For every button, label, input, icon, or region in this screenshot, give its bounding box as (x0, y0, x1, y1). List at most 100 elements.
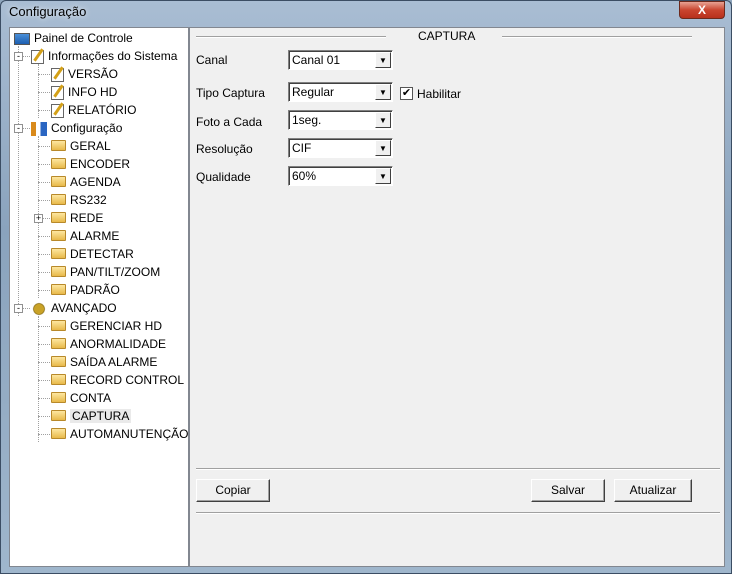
tree-connector (38, 254, 50, 255)
capture-settings-panel: CAPTURA Canal Canal 01 ▼ Tipo Captura Reg… (189, 27, 725, 567)
tree-connector (38, 182, 50, 183)
capture-type-select[interactable]: Regular ▼ (288, 82, 393, 102)
tree-item-label: PADRÃO (70, 283, 120, 297)
tree-item[interactable]: AVANÇADO (31, 299, 117, 317)
folder-icon (51, 140, 66, 152)
chevron-down-icon[interactable]: ▼ (375, 84, 391, 100)
tree-connector (38, 92, 50, 93)
folder-icon (51, 212, 66, 224)
tree-item-label: AUTOMANUTENÇÃO (70, 427, 189, 441)
tree-connector (38, 398, 50, 399)
tree-connector (38, 236, 50, 237)
tree-item[interactable]: PADRÃO (51, 281, 120, 299)
tree-item-label: VERSÃO (68, 67, 119, 81)
save-button[interactable]: Salvar (531, 479, 605, 502)
tree-item[interactable]: CONTA (51, 389, 111, 407)
chevron-down-icon[interactable]: ▼ (375, 140, 391, 156)
tree-item[interactable]: RECORD CONTROL (51, 371, 184, 389)
folder-icon (51, 320, 66, 332)
collapse-icon[interactable]: - (14, 124, 23, 133)
photo-interval-value: 1seg. (292, 113, 322, 127)
computer-icon (14, 32, 30, 45)
tree-item-label: PAN/TILT/ZOOM (70, 265, 161, 279)
tree-item[interactable]: ALARME (51, 227, 119, 245)
folder-icon (51, 248, 66, 260)
tree-item[interactable]: ENCODER (51, 155, 130, 173)
folder-icon (51, 230, 66, 242)
channel-select[interactable]: Canal 01 ▼ (288, 50, 393, 70)
navigation-tree[interactable]: Painel de Controle - Informações do Sistem… (9, 27, 189, 567)
gears-icon (31, 301, 47, 316)
tree-item[interactable]: VERSÃO (51, 65, 118, 83)
channel-label: Canal (196, 53, 228, 67)
resolution-label: Resolução (196, 142, 253, 156)
enable-checkbox[interactable]: ✔ (400, 87, 413, 100)
tree-item[interactable]: DETECTAR (51, 245, 134, 263)
tree-connector (38, 326, 50, 327)
collapse-icon[interactable]: - (14, 52, 23, 61)
chevron-down-icon[interactable]: ▼ (375, 168, 391, 184)
capture-type-label: Tipo Captura (196, 86, 265, 100)
tree-item[interactable]: REDE (51, 209, 103, 227)
tree-item-label: Informações do Sistema (48, 49, 178, 63)
tree-item[interactable]: CAPTURA (51, 407, 132, 425)
refresh-button[interactable]: Atualizar (614, 479, 692, 502)
tree-item[interactable]: Informações do Sistema (31, 47, 177, 65)
chevron-down-icon[interactable]: ▼ (375, 112, 391, 128)
tree-item-label: RS232 (70, 193, 107, 207)
folder-icon (51, 284, 66, 296)
tree-connector (38, 344, 50, 345)
tree-connector (38, 290, 50, 291)
quality-select[interactable]: 60% ▼ (288, 166, 393, 186)
tree-item-label: INFO HD (68, 85, 118, 99)
photo-interval-select[interactable]: 1seg. ▼ (288, 110, 393, 130)
folder-icon (51, 158, 66, 170)
section-title: CAPTURA (418, 29, 476, 43)
tree-item[interactable]: GERAL (51, 137, 111, 155)
tree-item[interactable]: SAÍDA ALARME (51, 353, 157, 371)
folder-icon (51, 428, 66, 440)
divider (502, 36, 692, 38)
tree-item-label: Configuração (51, 121, 123, 135)
capture-type-value: Regular (292, 85, 335, 99)
tree-item[interactable]: GERENCIAR HD (51, 317, 162, 335)
note-edit-icon (51, 67, 64, 82)
window-title: Configuração (9, 4, 87, 19)
tree-item[interactable]: Configuração (31, 119, 122, 137)
resolution-select[interactable]: CIF ▼ (288, 138, 393, 158)
tree-item[interactable]: RELATÓRIO (51, 101, 136, 119)
tree-item-label: SAÍDA ALARME (70, 355, 158, 369)
copy-button[interactable]: Copiar (196, 479, 270, 502)
resolution-value: CIF (292, 141, 312, 155)
close-button[interactable]: X (679, 1, 725, 19)
divider (196, 512, 720, 514)
tree-item[interactable]: PAN/TILT/ZOOM (51, 263, 160, 281)
collapse-icon[interactable]: - (14, 304, 23, 313)
folder-icon (51, 176, 66, 188)
enable-label[interactable]: Habilitar (417, 87, 461, 101)
folder-icon (51, 194, 66, 206)
folder-icon (51, 392, 66, 404)
tools-icon (31, 121, 47, 136)
tree-item[interactable]: INFO HD (51, 83, 117, 101)
note-edit-icon (51, 85, 64, 100)
tree-connector (38, 146, 50, 147)
tree-item-label: ALARME (70, 229, 120, 243)
chevron-down-icon[interactable]: ▼ (375, 52, 391, 68)
tree-connector (38, 272, 50, 273)
tree-item[interactable]: Painel de Controle (14, 29, 133, 47)
tree-item-label: CAPTURA (70, 409, 132, 423)
tree-item[interactable]: RS232 (51, 191, 107, 209)
tree-connector (38, 316, 39, 442)
tree-item-label: DETECTAR (70, 247, 134, 261)
tree-item-label: AGENDA (70, 175, 121, 189)
tree-item[interactable]: AUTOMANUTENÇÃO (51, 425, 188, 443)
expand-icon[interactable]: + (34, 214, 43, 223)
tree-connector (38, 434, 50, 435)
tree-connector (38, 200, 50, 201)
tree-item[interactable]: AGENDA (51, 173, 121, 191)
quality-label: Qualidade (196, 170, 251, 184)
tree-item[interactable]: ANORMALIDADE (51, 335, 166, 353)
folder-icon (51, 338, 66, 350)
tree-item-label: Painel de Controle (34, 31, 133, 45)
